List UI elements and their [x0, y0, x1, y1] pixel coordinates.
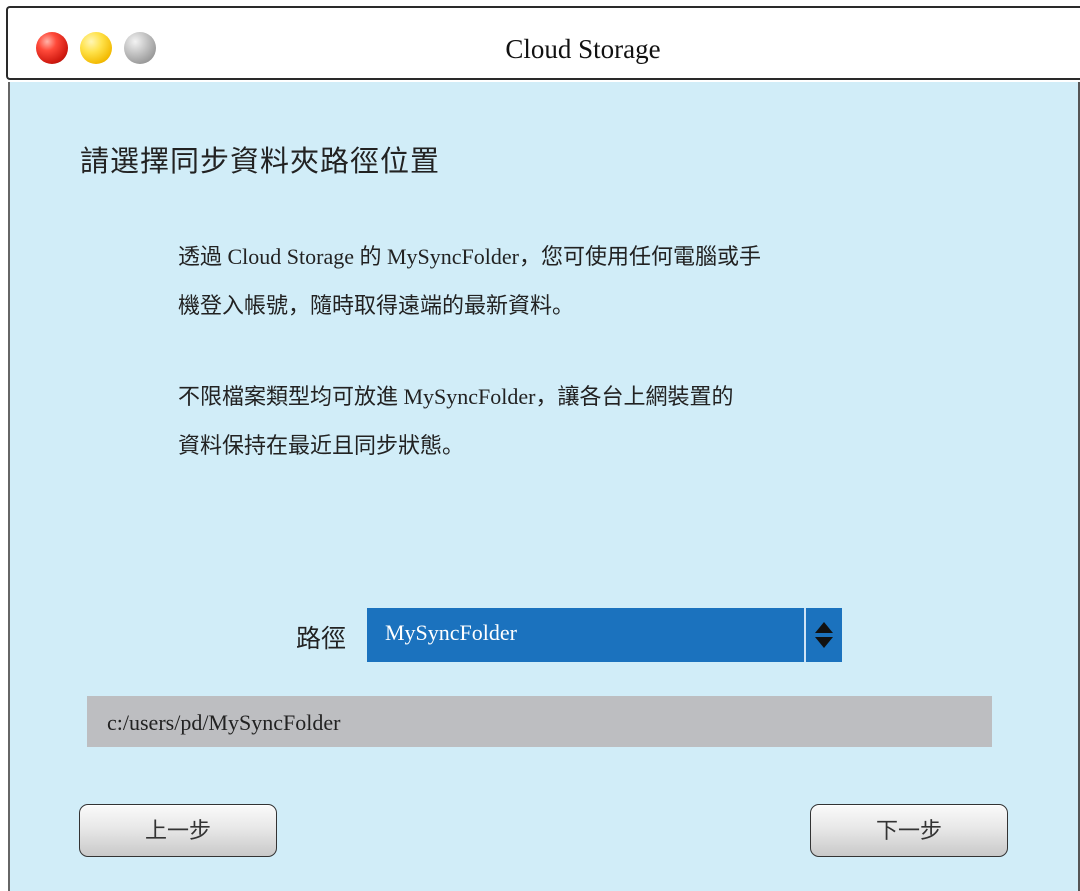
wizard-content: 請選擇同步資料夾路徑位置 透過 Cloud Storage 的 MySyncFo…: [8, 82, 1080, 891]
path-select-value: MySyncFolder: [385, 620, 517, 645]
path-label: 路徑: [296, 624, 347, 653]
title-bar: Cloud Storage: [6, 6, 1080, 80]
info-paragraph-line-1: 不限檔案類型均可放進 MySyncFolder，讓各台上網裝置的: [178, 384, 734, 409]
path-display-text: c:/users/pd/MySyncFolder: [107, 710, 341, 735]
app-window: Cloud Storage 請選擇同步資料夾路徑位置 透過 Cloud Stor…: [0, 0, 1080, 891]
intro-paragraph: 透過 Cloud Storage 的 MySyncFolder，您可使用任何電腦…: [178, 232, 761, 330]
window-title: Cloud Storage: [505, 34, 661, 64]
up-down-arrows-icon[interactable]: [810, 620, 838, 650]
path-select[interactable]: MySyncFolder: [367, 608, 842, 662]
info-paragraph: 不限檔案類型均可放進 MySyncFolder，讓各台上網裝置的 資料保持在最近…: [178, 372, 734, 470]
intro-paragraph-line-1: 透過 Cloud Storage 的 MySyncFolder，您可使用任何電腦…: [178, 244, 761, 269]
next-step-button[interactable]: 下一步: [810, 804, 1008, 857]
select-divider: [804, 608, 806, 662]
prev-step-button[interactable]: 上一步: [79, 804, 277, 857]
intro-paragraph-line-2: 機登入帳號，隨時取得遠端的最新資料。: [178, 293, 575, 318]
wizard-heading: 請選擇同步資料夾路徑位置: [80, 144, 441, 178]
path-display-field: c:/users/pd/MySyncFolder: [87, 696, 992, 747]
info-paragraph-line-2: 資料保持在最近且同步狀態。: [178, 433, 465, 458]
